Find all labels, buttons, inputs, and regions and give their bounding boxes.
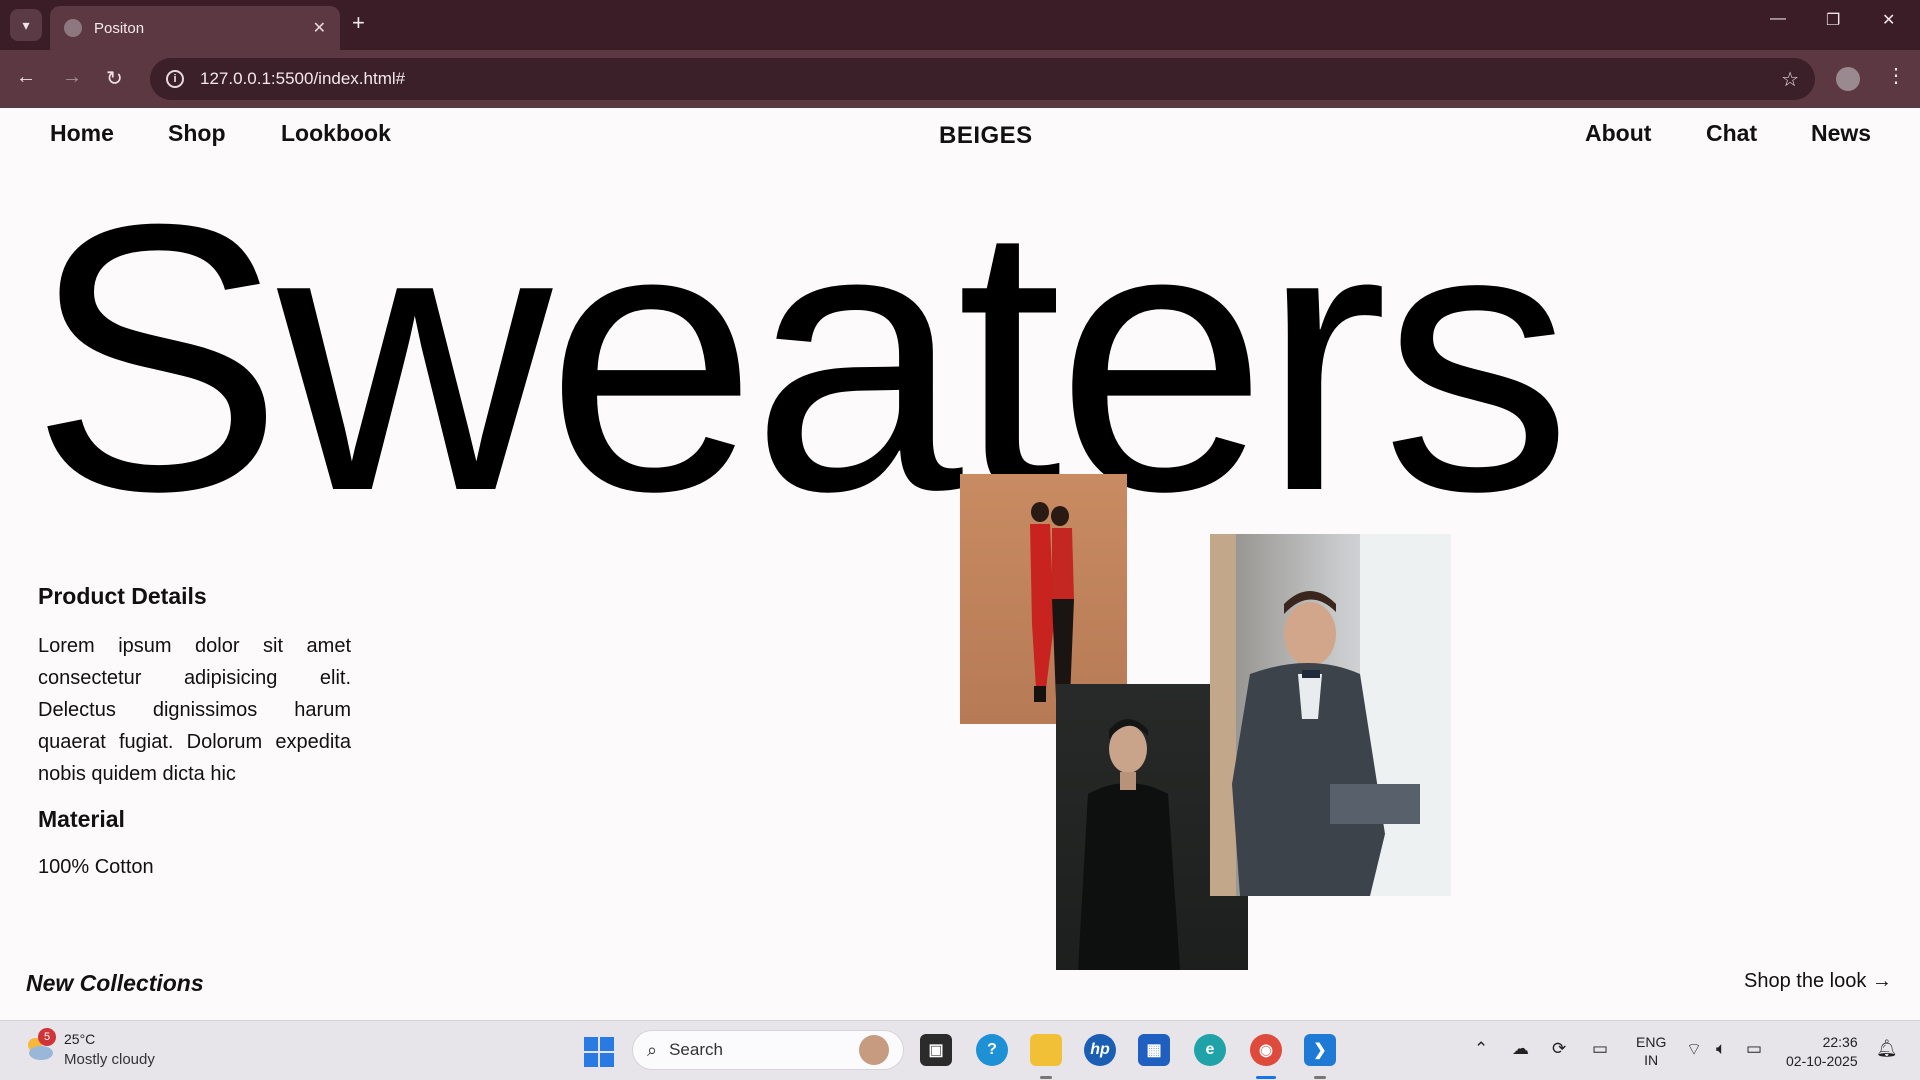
vscode-icon[interactable]: ❯ — [1304, 1034, 1336, 1066]
url-text: 127.0.0.1:5500/index.html# — [200, 69, 406, 88]
hp-app-icon[interactable]: hp — [1084, 1034, 1116, 1066]
web-page: Home Shop Lookbook BEIGES About Chat New… — [0, 108, 1920, 1020]
site-info-icon[interactable]: i — [166, 70, 184, 88]
wifi-icon[interactable]: ⌔ — [1686, 1039, 1702, 1060]
back-icon[interactable]: ← — [16, 66, 36, 89]
task-view-icon[interactable]: ▣ — [920, 1034, 952, 1066]
browser-tab-bar: ▾ Positon ✕ + — ❐ ✕ — [0, 0, 1920, 50]
product-details-text: Lorem ipsum dolor sit amet consectetur a… — [38, 635, 351, 785]
browser-menu-icon[interactable]: ⋮ — [1886, 63, 1906, 88]
weather-badge: 5 — [38, 1028, 56, 1046]
minimize-icon[interactable]: — — [1770, 10, 1786, 28]
address-bar[interactable]: i 127.0.0.1:5500/index.html# ☆ — [150, 58, 1815, 100]
close-window-icon[interactable]: ✕ — [1882, 10, 1895, 30]
language-indicator[interactable]: ENG IN — [1636, 1033, 1666, 1069]
tab-search-button[interactable]: ▾ — [10, 9, 42, 41]
forward-icon[interactable]: → — [62, 66, 82, 89]
profile-avatar[interactable] — [1836, 67, 1860, 91]
onedrive-cloud-icon[interactable]: ☁ — [1512, 1039, 1529, 1059]
reload-icon[interactable]: ↻ — [106, 66, 123, 91]
file-explorer-icon[interactable] — [1030, 1034, 1062, 1066]
nav-chat-link[interactable]: Chat — [1706, 120, 1757, 147]
hero-title: Sweaters — [30, 145, 1572, 570]
product-details-heading: Product Details — [38, 583, 207, 609]
search-placeholder: Search — [669, 1040, 723, 1059]
sync-icon[interactable]: ⟳ — [1552, 1039, 1566, 1059]
clock-date: 02-10-2025 — [1786, 1053, 1858, 1069]
weather-temperature[interactable]: 25°C — [64, 1031, 95, 1047]
chrome-active-indicator — [1256, 1076, 1276, 1079]
search-highlight-icon — [859, 1035, 889, 1065]
tablet-icon[interactable]: ▭ — [1592, 1039, 1608, 1059]
taskbar-search[interactable]: ⌕ Search — [632, 1030, 904, 1070]
product-details: Product Details Lorem ipsum dolor sit am… — [38, 583, 351, 790]
chrome-browser-icon[interactable]: ◉ — [1250, 1034, 1282, 1066]
edge-browser-icon[interactable]: e — [1194, 1034, 1226, 1066]
new-tab-button[interactable]: + — [352, 10, 365, 36]
language-code: ENG — [1636, 1034, 1667, 1050]
restore-icon[interactable]: ❐ — [1826, 10, 1840, 30]
nav-lookbook-link[interactable]: Lookbook — [281, 120, 391, 147]
help-app-icon[interactable]: ? — [976, 1034, 1008, 1066]
active-tab[interactable]: Positon ✕ — [50, 6, 340, 50]
close-tab-icon[interactable]: ✕ — [313, 18, 326, 38]
tab-title: Positon — [94, 19, 145, 37]
battery-icon[interactable]: ▭ — [1746, 1039, 1762, 1059]
new-collections-label: New Collections — [26, 970, 204, 996]
nav-shop-link[interactable]: Shop — [168, 120, 226, 147]
windows-start-icon[interactable] — [584, 1037, 614, 1067]
system-clock[interactable]: 22:36 02-10-2025 — [1786, 1033, 1858, 1071]
search-icon: ⌕ — [647, 1039, 658, 1060]
volume-icon[interactable]: 🔈︎ — [1716, 1039, 1726, 1059]
material-heading: Material — [38, 806, 125, 832]
shop-the-look-link[interactable]: Shop the look → — [1744, 970, 1892, 993]
show-hidden-icons-chevron-icon[interactable]: ⌃ — [1474, 1039, 1488, 1059]
nav-news-link[interactable]: News — [1811, 120, 1871, 147]
windows-taskbar: 5 25°C Mostly cloudy ⌕ Search ▣ ? hp ▦ e… — [0, 1020, 1920, 1080]
file-explorer-indicator — [1040, 1076, 1052, 1079]
weather-description[interactable]: Mostly cloudy — [64, 1051, 155, 1068]
nav-about-link[interactable]: About — [1585, 120, 1651, 147]
clock-time: 22:36 — [1822, 1034, 1858, 1050]
region-code: IN — [1644, 1052, 1659, 1068]
notification-bell-icon[interactable]: 🔔︎ — [1876, 1039, 1898, 1059]
globe-icon — [64, 19, 82, 37]
photo-man-grey-suit-window — [1210, 534, 1451, 896]
nav-home-link[interactable]: Home — [50, 120, 114, 147]
vscode-indicator — [1314, 1076, 1326, 1079]
bookmark-star-icon[interactable]: ☆ — [1781, 67, 1799, 92]
material-value: 100% Cotton — [38, 856, 154, 878]
store-icon[interactable]: ▦ — [1138, 1034, 1170, 1066]
